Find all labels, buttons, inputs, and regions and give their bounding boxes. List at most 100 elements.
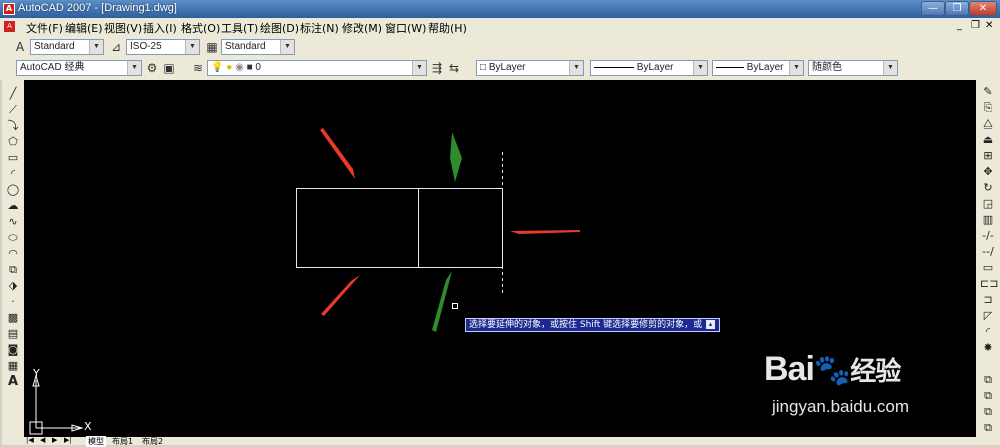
construction-line-icon[interactable]: ⟋ <box>5 102 21 118</box>
layer-manager-icon[interactable]: ≋ <box>190 60 206 76</box>
ellipse-icon[interactable]: ⬭ <box>5 230 21 246</box>
baidu-logo: Bai🐾经验 <box>764 350 901 389</box>
spline-icon[interactable]: ∿ <box>5 214 21 230</box>
mirror-icon[interactable]: ⧋ <box>980 116 996 132</box>
menu-view[interactable]: 视图(V) <box>104 20 142 36</box>
pickbox-cursor <box>452 303 458 309</box>
menu-tools[interactable]: 工具(T) <box>221 20 258 36</box>
make-current-layer-icon[interactable]: ⇶ <box>429 60 445 76</box>
menu-format[interactable]: 格式(O) <box>181 20 220 36</box>
move-icon[interactable]: ✥ <box>980 164 996 180</box>
lightbulb-icon: 💡 <box>211 62 224 73</box>
make-block-icon[interactable]: ⬗ <box>5 278 21 294</box>
point-icon[interactable]: · <box>5 294 21 310</box>
tooltip-text: 选择要延伸的对象，或按住 Shift 键选择要修剪的对象，或 <box>469 320 703 330</box>
dim-style-icon[interactable]: ⊿ <box>108 39 124 55</box>
rectangle-icon[interactable]: ▭ <box>5 150 21 166</box>
watermark-url: jingyan.baidu.com <box>772 397 910 416</box>
document-icon[interactable]: A <box>4 21 15 32</box>
tab-scroll-next-icon[interactable]: ▶ <box>52 436 57 444</box>
polygon-icon[interactable]: ⬠ <box>5 134 21 150</box>
insert-block-icon[interactable]: ⧉ <box>5 262 21 278</box>
doc-minimize-button[interactable]: _ <box>957 20 962 31</box>
minimize-button[interactable]: — <box>921 1 945 16</box>
doc-restore-button[interactable]: ❐ <box>971 20 980 31</box>
menu-help[interactable]: 帮助(H) <box>428 20 467 36</box>
layers-properties-toolbar: AutoCAD 经典 ▼ ⚙ ▣ ≋ 💡 ● ◉ ■ 0 ▼ ⇶ ⇆ □ ByLay… <box>0 58 1000 81</box>
menu-edit[interactable]: 编辑(E) <box>65 20 103 36</box>
autocad-a-icon[interactable]: A <box>3 3 15 15</box>
circle-icon[interactable]: ◯ <box>5 182 21 198</box>
modify-toolbar: ✎ ⎘ ⧋ ⏏ ⊞ ✥ ↻ ◲ ▥ -/- --/ ▭ ⊏⊐ ⊐ ◸ ◜ ✸ ⧉… <box>976 80 1000 445</box>
text-style-select[interactable]: Standard ▼ <box>30 39 104 55</box>
table-icon[interactable]: ▦ <box>5 358 21 374</box>
erase-icon[interactable]: ✎ <box>980 84 996 100</box>
break-at-point-icon[interactable]: ▭ <box>980 260 996 276</box>
offset-icon[interactable]: ⏏ <box>980 132 996 148</box>
draw-order-front-icon[interactable]: ⧉ <box>980 372 996 388</box>
draw-toolbar: ╱ ⟋ ⤵ ⬠ ▭ ◜ ◯ ☁ ∿ ⬭ ◠ ⧉ ⬗ · ▩ ▤ ◙ ▦ A <box>2 80 24 445</box>
sun-icon: ● <box>226 62 233 73</box>
chamfer-icon[interactable]: ◸ <box>980 308 996 324</box>
text-style-icon[interactable]: A <box>12 39 28 55</box>
tab-layout2[interactable]: 布局2 <box>142 436 163 447</box>
tab-scroll-first-icon[interactable]: |◀ <box>26 436 34 444</box>
trim-icon[interactable]: -/- <box>980 228 996 244</box>
draw-order-above-icon[interactable]: ⧉ <box>980 404 996 420</box>
region-icon[interactable]: ◙ <box>5 342 21 358</box>
linetype-select[interactable]: ByLayer ▼ <box>590 60 708 76</box>
doc-close-button[interactable]: ✕ <box>985 20 993 31</box>
hatch-icon[interactable]: ▩ <box>5 310 21 326</box>
line-icon[interactable]: ╱ <box>5 86 21 102</box>
close-button[interactable]: ✕ <box>969 1 997 16</box>
workspace-select[interactable]: AutoCAD 经典 ▼ <box>16 60 142 76</box>
paw-icon: 🐾 <box>813 354 851 387</box>
multiline-text-icon[interactable]: A <box>5 374 21 390</box>
array-icon[interactable]: ⊞ <box>980 148 996 164</box>
tab-scroll-last-icon[interactable]: ▶| <box>64 436 72 444</box>
menu-dimension[interactable]: 标注(N) <box>300 20 339 36</box>
draw-order-back-icon[interactable]: ⧉ <box>980 388 996 404</box>
layout-tab-bar: |◀ ◀ ▶ ▶| 模型 布局1 布局2 <box>24 436 976 447</box>
gradient-icon[interactable]: ▤ <box>5 326 21 342</box>
dim-style-select[interactable]: ISO-25 ▼ <box>126 39 200 55</box>
ellipse-arc-icon[interactable]: ◠ <box>5 246 21 262</box>
save-workspace-icon[interactable]: ▣ <box>161 60 177 76</box>
layer-select[interactable]: 💡 ● ◉ ■ 0 ▼ <box>207 60 427 76</box>
tab-scroll-prev-icon[interactable]: ◀ <box>40 436 45 444</box>
drawing-canvas[interactable]: Y X Bai🐾经验 jingyan.baidu.com <box>24 80 976 437</box>
break-icon[interactable]: ⊏⊐ <box>980 276 998 292</box>
rotate-icon[interactable]: ↻ <box>980 180 996 196</box>
plot-style-select[interactable]: 随颜色 ▼ <box>808 60 898 76</box>
fillet-icon[interactable]: ◜ <box>980 324 996 340</box>
title-bar: A AutoCAD 2007 - [Drawing1.dwg] — ❐ ✕ <box>0 0 1000 18</box>
table-style-select[interactable]: Standard ▼ <box>221 39 295 55</box>
polyline-icon[interactable]: ⤵ <box>5 118 21 134</box>
join-icon[interactable]: ⊐ <box>980 292 996 308</box>
menu-file[interactable]: 文件(F) <box>26 20 63 36</box>
scale-icon[interactable]: ◲ <box>980 196 996 212</box>
draw-order-below-icon[interactable]: ⧉ <box>980 420 996 436</box>
maximize-button[interactable]: ❐ <box>945 1 969 16</box>
extend-icon[interactable]: --/ <box>980 244 996 260</box>
copy-icon[interactable]: ⎘ <box>980 100 996 116</box>
drawn-rectangle[interactable] <box>296 188 503 268</box>
menu-insert[interactable]: 插入(I) <box>143 20 177 36</box>
watermark-brand-cn: 经验 <box>850 356 901 386</box>
tooltip-arrow-icon[interactable]: ▴ <box>706 320 715 329</box>
layer-previous-icon[interactable]: ⇆ <box>446 60 462 76</box>
menu-window[interactable]: 窗口(W) <box>385 20 426 36</box>
lineweight-select[interactable]: ByLayer ▼ <box>712 60 804 76</box>
menu-modify[interactable]: 修改(M) <box>342 20 382 36</box>
explode-icon[interactable]: ✸ <box>980 340 996 356</box>
table-style-icon[interactable]: ▦ <box>204 39 220 55</box>
menu-draw[interactable]: 绘图(D) <box>260 20 299 36</box>
color-select[interactable]: □ ByLayer ▼ <box>476 60 584 76</box>
workspace-settings-icon[interactable]: ⚙ <box>144 60 160 76</box>
arc-icon[interactable]: ◜ <box>5 166 21 182</box>
tab-layout1[interactable]: 布局1 <box>112 436 133 447</box>
revision-cloud-icon[interactable]: ☁ <box>5 198 21 214</box>
tab-model[interactable]: 模型 <box>86 436 106 447</box>
styles-toolbar: A Standard ▼ ⊿ ISO-25 ▼ ▦ Standard ▼ <box>0 36 1000 59</box>
stretch-icon[interactable]: ▥ <box>980 212 996 228</box>
